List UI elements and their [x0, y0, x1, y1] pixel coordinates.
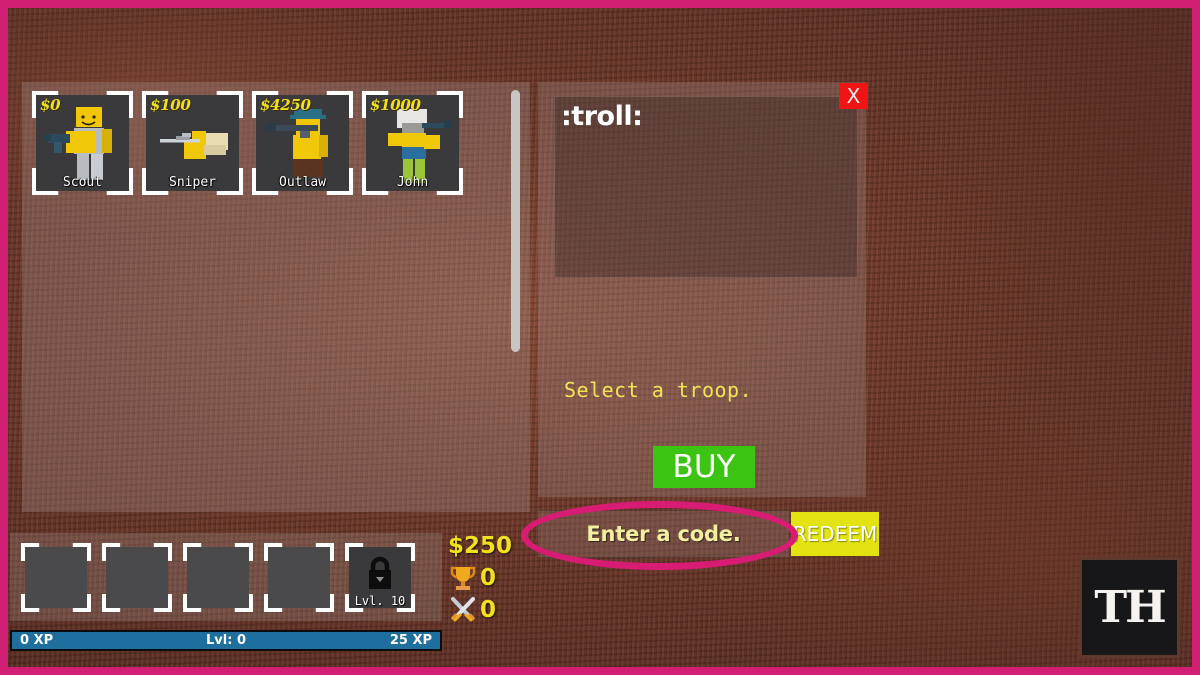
redeem-button-label: REDEEM	[792, 522, 878, 546]
watermark-label: TH	[1094, 581, 1166, 633]
game-screen: $0 Scout $100 Sniper $4250 Outlaw $1000 …	[0, 0, 1200, 675]
troop-price: $0	[40, 96, 61, 114]
trophy-count: 0	[480, 564, 497, 591]
troop-card-outlaw[interactable]: $4250 Outlaw	[252, 91, 353, 195]
troop-card-body: $0 Scout	[36, 95, 129, 191]
hotbar-slot-body	[106, 547, 168, 608]
kills-row: 0	[448, 594, 524, 626]
troop-info-panel: :troll: Select a troop. BUY	[538, 82, 866, 497]
code-input-placeholder: Enter a code.	[586, 522, 741, 546]
hotbar-slot[interactable]	[183, 543, 253, 612]
hotbar-slot-list: Lvl. 10	[21, 543, 415, 612]
code-input[interactable]: Enter a code.	[537, 510, 790, 558]
buy-button[interactable]: BUY	[653, 446, 755, 488]
hotbar-slot-body	[268, 547, 330, 608]
troop-card-scout[interactable]: $0 Scout	[32, 91, 133, 195]
troop-shop-panel: $0 Scout $100 Sniper $4250 Outlaw $1000 …	[22, 82, 530, 512]
troop-price: $100	[150, 96, 191, 114]
xp-progress-bar: 0 XP Lvl: 0 25 XP	[10, 630, 442, 651]
kills-count: 0	[480, 596, 497, 623]
troop-description-box: :troll:	[554, 96, 858, 278]
troop-card-body: $100 Sniper	[146, 95, 239, 191]
site-watermark: TH	[1079, 557, 1180, 658]
hotbar-slot-body	[187, 547, 249, 608]
xp-next-label: 25 XP	[389, 633, 432, 648]
troop-price: $1000	[370, 96, 421, 114]
crossed-swords-icon	[451, 597, 475, 622]
troop-card-sniper[interactable]: $100 Sniper	[142, 91, 243, 195]
hotbar-slot[interactable]	[264, 543, 334, 612]
troop-list-scrollbar-thumb[interactable]	[511, 90, 520, 352]
cash-amount: $250	[448, 532, 513, 559]
troop-name: Outlaw	[279, 175, 326, 190]
hotbar-slot[interactable]	[21, 543, 91, 612]
hotbar-slot-body	[25, 547, 87, 608]
troop-name: Scout	[62, 175, 103, 190]
troop-description-text: :troll:	[561, 101, 643, 132]
troop-price: $4250	[260, 96, 311, 114]
troop-card-grid: $0 Scout $100 Sniper $4250 Outlaw $1000 …	[32, 91, 463, 195]
troop-card-john[interactable]: $1000 John	[362, 91, 463, 195]
currency-panel: $250 0 0	[448, 530, 524, 626]
hotbar-slot-locked[interactable]: Lvl. 10	[345, 543, 415, 612]
xp-level-label: Lvl: 0	[206, 633, 246, 648]
trophy-icon	[450, 566, 476, 590]
inventory-hotbar: Lvl. 10	[10, 533, 442, 621]
close-button[interactable]: X	[839, 83, 868, 109]
close-icon: X	[846, 84, 861, 108]
selection-status-text: Select a troop.	[564, 378, 753, 402]
troop-card-body: $1000 John	[366, 95, 459, 191]
hotbar-slot-body: Lvl. 10	[349, 547, 411, 608]
trophy-row: 0	[448, 562, 524, 594]
cash-row: $250	[448, 530, 524, 562]
troop-name: Sniper	[169, 175, 216, 190]
hotbar-slot[interactable]	[102, 543, 172, 612]
buy-button-label: BUY	[672, 448, 736, 485]
troop-card-body: $4250 Outlaw	[256, 95, 349, 191]
redeem-button[interactable]: REDEEM	[791, 512, 879, 556]
troop-name: John	[396, 175, 429, 190]
lock-icon	[365, 556, 395, 590]
hotbar-slot-unlock-level: Lvl. 10	[354, 594, 406, 608]
